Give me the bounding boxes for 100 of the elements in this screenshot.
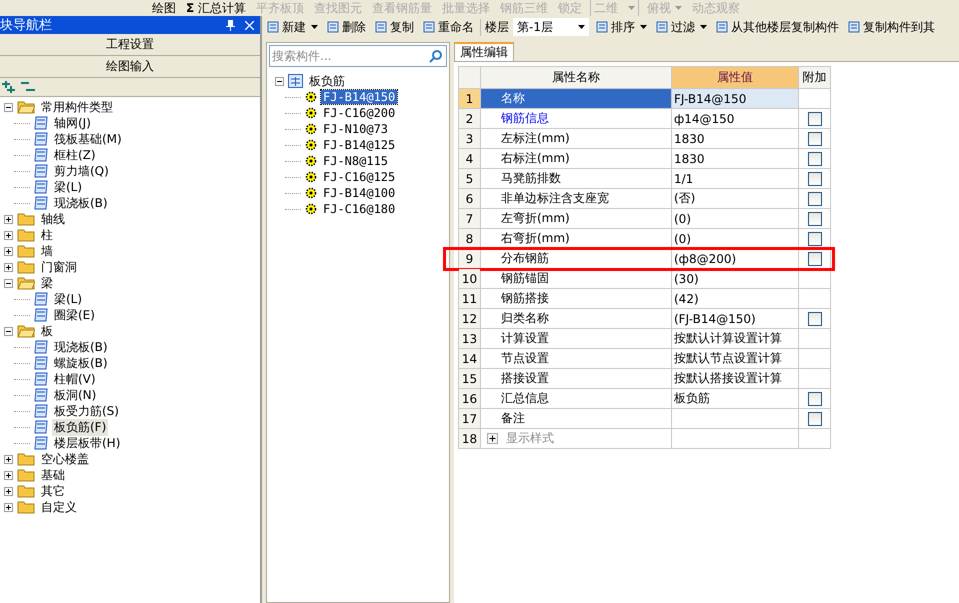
tree-item[interactable]: FJ-C16@125 [321,170,398,184]
tree-item[interactable]: FJ-B14@150 [321,90,398,104]
tree-item[interactable]: 梁 [39,274,55,292]
tree-item[interactable]: FJ-B14@100 [321,186,398,200]
close-icon[interactable] [245,20,254,30]
checkbox[interactable] [808,412,822,426]
expander-icon[interactable] [275,76,286,86]
expander-icon[interactable] [4,230,15,240]
toolbar-button[interactable]: 排序 [593,18,649,36]
property-name: 钢筋锚固 [501,271,549,285]
expander-icon[interactable] [4,502,15,512]
search-field[interactable]: 搜索构件... [269,45,447,67]
tree-item[interactable]: 板负筋 [307,72,347,90]
search-icon[interactable] [429,49,443,63]
toolbar-button[interactable]: Σ 汇总计算 [184,0,248,16]
tree-item[interactable]: 基础 [39,466,67,484]
tree-item[interactable]: 柱帽(V) [52,370,98,388]
property-value[interactable]: 1/1 [672,168,798,188]
tree-item[interactable]: 轴线 [39,210,67,228]
section-button[interactable]: 绘图输入 [0,56,260,78]
property-value[interactable]: ф14@150 [672,108,798,128]
property-value[interactable]: FJ-B14@150 [672,88,798,108]
expander-icon[interactable] [4,214,15,224]
expander-icon[interactable] [487,433,498,444]
tree-item[interactable]: 柱 [39,226,55,244]
property-value[interactable]: (否) [672,188,798,208]
expander-icon[interactable] [4,102,15,112]
expander-icon[interactable] [4,470,15,480]
tree-item[interactable]: FJ-C16@200 [321,106,398,120]
property-value[interactable]: 板负筋 [672,388,798,408]
tree-item[interactable]: 门窗洞 [39,258,79,276]
property-link[interactable]: 钢筋信息 [501,111,549,125]
tree-item[interactable]: FJ-C16@180 [321,202,398,216]
checkbox[interactable] [808,132,822,146]
property-value[interactable]: (30) [672,268,798,288]
tree-item[interactable]: 现浇板(B) [52,194,110,212]
property-value[interactable]: 1830 [672,148,798,168]
toolbar-button[interactable]: 从其他楼层复制构件 [713,18,841,36]
tree-item[interactable]: FJ-B14@125 [321,138,398,152]
tree-item[interactable]: 剪力墙(Q) [52,162,111,180]
tree-item[interactable]: 圈梁(E) [52,306,97,324]
tree-item[interactable]: 筏板基础(M) [52,130,124,148]
property-value[interactable]: 按默认计算设置计算 [672,328,798,348]
section-button[interactable]: 工程设置 [0,34,260,56]
tree-item[interactable]: 墙 [39,242,55,260]
property-value[interactable]: 按默认搭接设置计算 [672,368,798,388]
toolbar-button[interactable]: 重命名 [420,18,476,36]
checkbox[interactable] [808,172,822,186]
property-value[interactable]: (0) [672,208,798,228]
tree-item[interactable]: 板 [39,322,55,340]
expander-icon[interactable] [4,486,15,496]
checkbox[interactable] [808,252,822,266]
tree-item[interactable]: 自定义 [39,498,79,516]
checkbox[interactable] [808,212,822,226]
tree-item[interactable]: 其它 [39,482,67,500]
property-value[interactable]: (FJ-B14@150) [672,308,798,328]
tree-item[interactable]: 轴网(J) [52,114,93,132]
document-icon [422,20,436,34]
toolbar-button[interactable]: 绘图 [150,0,178,16]
toolbar-button[interactable]: 删除 [324,18,368,36]
checkbox[interactable] [808,112,822,126]
tree-item[interactable]: 楼层板带(H) [52,434,122,452]
folder-icon [17,212,35,226]
toolbar-button[interactable]: 复制构件到其 [845,18,937,36]
floor-select[interactable]: 第-1层 [513,18,589,36]
tree-item[interactable]: 常用构件类型 [39,98,115,116]
checkbox[interactable] [808,392,822,406]
tree-item[interactable]: 板受力筋(S) [52,402,121,420]
property-value[interactable]: 1830 [672,128,798,148]
tree-item[interactable]: 空心楼盖 [39,450,91,468]
group-label[interactable]: 显示样式 [506,431,554,445]
tree-item[interactable]: FJ-N10@73 [321,122,390,136]
document-icon [266,20,280,34]
expand-all-icon[interactable] [1,81,15,93]
toolbar-button[interactable]: 过滤 [653,18,709,36]
tree-item[interactable]: 板洞(N) [52,386,98,404]
expander-icon[interactable] [4,262,15,272]
tree-item[interactable]: 现浇板(B) [52,338,110,356]
expander-icon[interactable] [4,278,15,288]
expander-icon[interactable] [4,246,15,256]
checkbox[interactable] [808,232,822,246]
toolbar-button[interactable]: 新建 [264,18,320,36]
checkbox[interactable] [808,192,822,206]
checkbox[interactable] [808,312,822,326]
tree-item[interactable]: 梁(L) [52,290,84,308]
expander-icon[interactable] [4,454,15,464]
tab[interactable]: 属性编辑 [454,42,514,61]
pin-icon[interactable] [226,20,235,30]
property-value[interactable]: (42) [672,288,798,308]
checkbox[interactable] [808,152,822,166]
expander-icon[interactable] [4,326,15,336]
tree-item[interactable]: 梁(L) [52,178,84,196]
collapse-all-icon[interactable] [21,81,35,93]
tree-item[interactable]: 板负筋(F) [52,418,108,436]
tree-item[interactable]: 框柱(Z) [52,146,98,164]
tree-item[interactable]: 螺旋板(B) [52,354,110,372]
property-value[interactable]: 按默认节点设置计算 [672,348,798,368]
tree-item[interactable]: FJ-N8@115 [321,154,390,168]
column-header: 附加 [798,66,830,88]
toolbar-button[interactable]: 复制 [372,18,416,36]
